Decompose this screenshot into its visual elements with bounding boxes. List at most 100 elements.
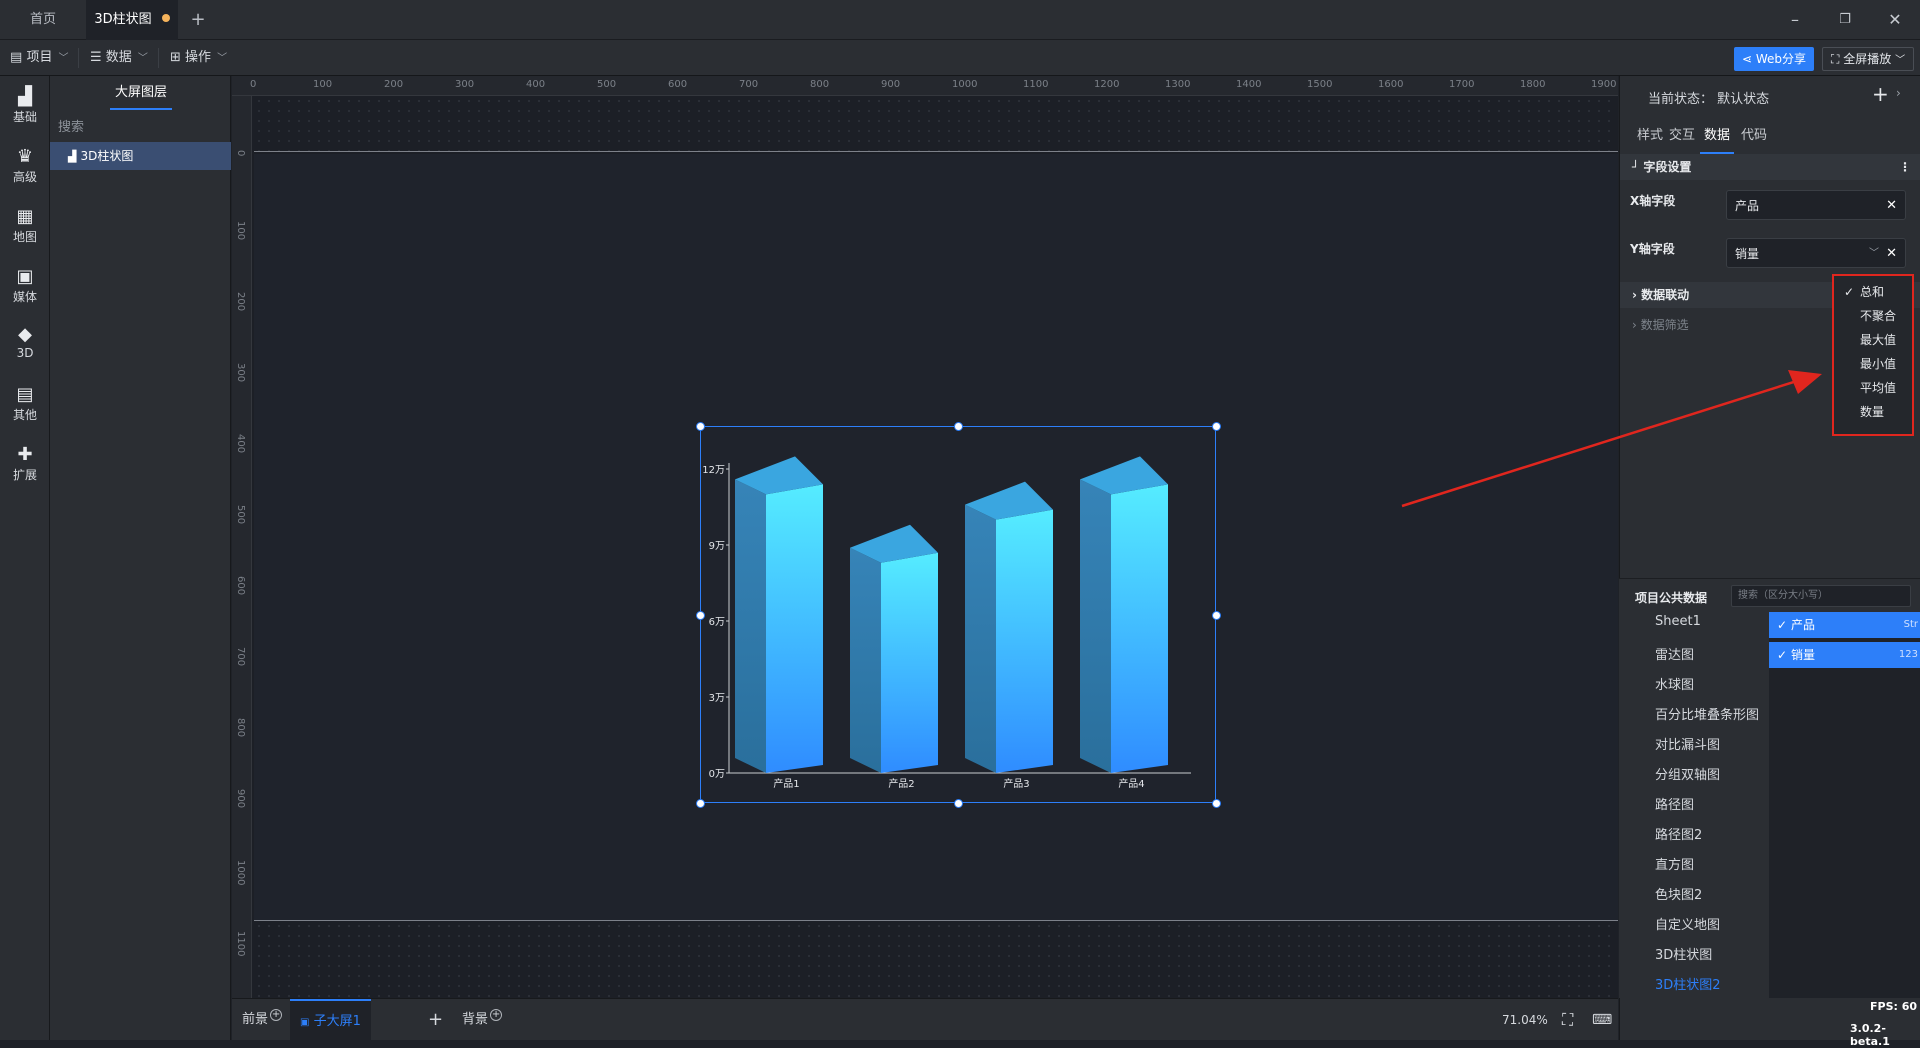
ruler-tick-label: 600 [235,576,246,596]
field-item-sales[interactable]: ✓ 销量 123 [1769,642,1920,668]
agg-option-sum[interactable]: ✓ 总和 [1834,280,1912,304]
menu-operate[interactable]: ⊞ 操作 ﹀ [170,40,227,76]
tab-style[interactable]: 样式 [1636,126,1664,154]
field-item-product[interactable]: ✓ 产品 Str [1769,612,1920,638]
database-icon: ☰ [90,50,102,65]
rail-advanced[interactable]: ♛ 高级 [0,146,50,185]
chevron-right-icon[interactable]: › [1896,86,1901,100]
resize-handle[interactable] [1212,610,1221,620]
sheet-item[interactable]: 路径图2 [1655,824,1702,843]
menu-project[interactable]: ▤ 项目 ﹀ [10,40,68,76]
agg-option-max[interactable]: 最大值 [1834,328,1912,352]
add-state-button[interactable]: + [1872,82,1889,106]
add-screen-button[interactable]: + [428,999,443,1041]
sheet-item[interactable]: 雷达图 [1655,644,1694,663]
web-share-label: Web分享 [1755,52,1807,66]
clear-icon[interactable]: ✕ [1886,191,1897,221]
sheet-item[interactable]: 直方图 [1655,854,1694,873]
agg-option-avg[interactable]: 平均值 [1834,376,1912,400]
resize-handle[interactable] [696,422,705,431]
x-axis-field[interactable]: 产品 ✕ [1726,190,1906,220]
web-share-button[interactable]: ⋖ Web分享 [1734,47,1815,71]
layer-item[interactable]: ▟ 3D柱状图 [50,142,231,170]
tab-code[interactable]: 代码 [1740,126,1768,154]
tab-bar: 首页 3D柱状图 + – ❐ ✕ [0,0,1920,40]
zoom-level[interactable]: 71.04% [1502,999,1548,1041]
new-tab-button[interactable]: + [182,0,214,40]
tab-3d-bar-label: 3D柱状图 [94,12,152,27]
public-data-search-input[interactable]: 搜索（区分大小写） [1731,585,1911,607]
rail-other[interactable]: ▤ 其他 [0,384,50,423]
sheet-item[interactable]: 对比漏斗图 [1655,734,1720,753]
agg-option-min[interactable]: 最小值 [1834,352,1912,376]
tab-screen-layers[interactable]: 大屏图层 [110,76,172,110]
more-icon[interactable]: ⋮ [1899,154,1911,180]
y-axis-field[interactable]: 销量 ﹀ ✕ [1726,238,1906,268]
ruler-tick-label: 1900 [1591,79,1617,90]
agg-option-none[interactable]: 不聚合 [1834,304,1912,328]
close-icon[interactable]: ✕ [1872,0,1918,40]
resize-handle[interactable] [696,610,705,620]
add-circle-icon[interactable]: + [490,1009,503,1021]
sheet-item[interactable]: 分组双轴图 [1655,764,1720,783]
sheet-item[interactable]: 3D柱状图2 [1655,974,1721,993]
field-settings-header[interactable]: ┘ 字段设置 ⋮ [1620,154,1920,180]
keyboard-icon[interactable]: ⌨ [1592,999,1612,1041]
ruler-tick-label: 1000 [952,79,978,90]
sub-screen-tab[interactable]: ▣ 子大屏1 [290,999,371,1041]
annotation-arrow [1401,370,1822,508]
fullscreen-button[interactable]: ⛶ 全屏播放 ﹀ [1822,47,1915,71]
y-tick-label: 9万 [709,541,725,552]
sheet-item[interactable]: 水球图 [1655,674,1694,693]
tab-interaction[interactable]: 交互 [1668,126,1696,154]
resize-handle[interactable] [1212,799,1221,808]
layer-search-input[interactable]: 搜索 [58,116,223,140]
chevron-right-icon: › [1632,318,1637,332]
tab-data[interactable]: 数据 [1700,126,1734,154]
sheet-item[interactable]: 路径图 [1655,794,1694,813]
rail-other-label: 其他 [12,408,37,422]
rail-basic[interactable]: ▟ 基础 [0,86,50,125]
resize-handle[interactable] [954,799,963,808]
resize-handle[interactable] [954,422,963,431]
file-icon: ▤ [10,50,23,65]
rail-map[interactable]: ▦ 地图 [0,206,50,245]
bar-side-face [1080,479,1111,773]
resize-handle[interactable] [696,799,705,808]
resize-handle[interactable] [1212,422,1221,431]
sheet-item[interactable]: 色块图2 [1655,884,1702,903]
menu-data[interactable]: ☰ 数据 ﹀ [90,40,148,76]
stage-margin-bottom [254,920,1618,998]
rail-extend[interactable]: ✚ 扩展 [0,444,50,483]
sheet-item[interactable]: 自定义地图 [1655,914,1720,933]
tab-3d-bar[interactable]: 3D柱状图 [86,0,178,40]
tab-home[interactable]: 首页 [0,0,86,40]
rail-media[interactable]: ▣ 媒体 [0,266,50,305]
front-layer-tab[interactable]: 前景 + [242,999,283,1041]
agg-option-count[interactable]: 数量 [1834,400,1912,424]
3d-bar-chart[interactable]: 0万 3万 6万 9万 12万产品1 产品2 产品3 产品4 [701,427,1217,804]
chart-selection-box[interactable]: 0万 3万 6万 9万 12万 产品1 产品2 产品3 产品4 [696,422,1221,808]
x-tick-label: 产品4 [1118,777,1144,790]
y-axis-label: Y轴字段 [1630,242,1675,256]
restore-icon[interactable]: ❐ [1822,0,1868,40]
minimize-icon[interactable]: – [1772,0,1818,40]
add-circle-icon[interactable]: + [270,1009,283,1021]
stage[interactable]: 0万 3万 6万 9万 12万 产品1 产品2 产品3 产品4 [254,154,1618,920]
ruler-tick-label: 700 [739,79,759,90]
rail-3d[interactable]: ◆ 3D [0,324,50,360]
layer-item-label: 3D柱状图 [80,149,134,163]
chevron-down-icon[interactable]: ﹀ [1869,239,1879,269]
sheet-item[interactable]: Sheet1 [1655,614,1701,629]
sheet-item[interactable]: 3D柱状图 [1655,944,1712,963]
fps-counter: FPS: 60 [1870,1000,1918,1013]
background-layer-tab[interactable]: 背景 + [462,999,503,1041]
fit-screen-icon[interactable]: ⛶ [1562,999,1573,1041]
check-icon: ✓ [1844,285,1855,299]
ruler-tick-label: 100 [313,79,333,90]
sheet-item[interactable]: 百分比堆叠条形图 [1655,704,1759,723]
current-state[interactable]: 当前状态： 默认状态 [1648,88,1769,107]
clear-icon[interactable]: ✕ [1886,239,1897,269]
component-rail: ▟ 基础 ♛ 高级 ▦ 地图 ▣ 媒体 ◆ 3D ▤ 其他 ✚ 扩展 [0,76,50,1040]
ruler-tick-label: 900 [881,79,901,90]
